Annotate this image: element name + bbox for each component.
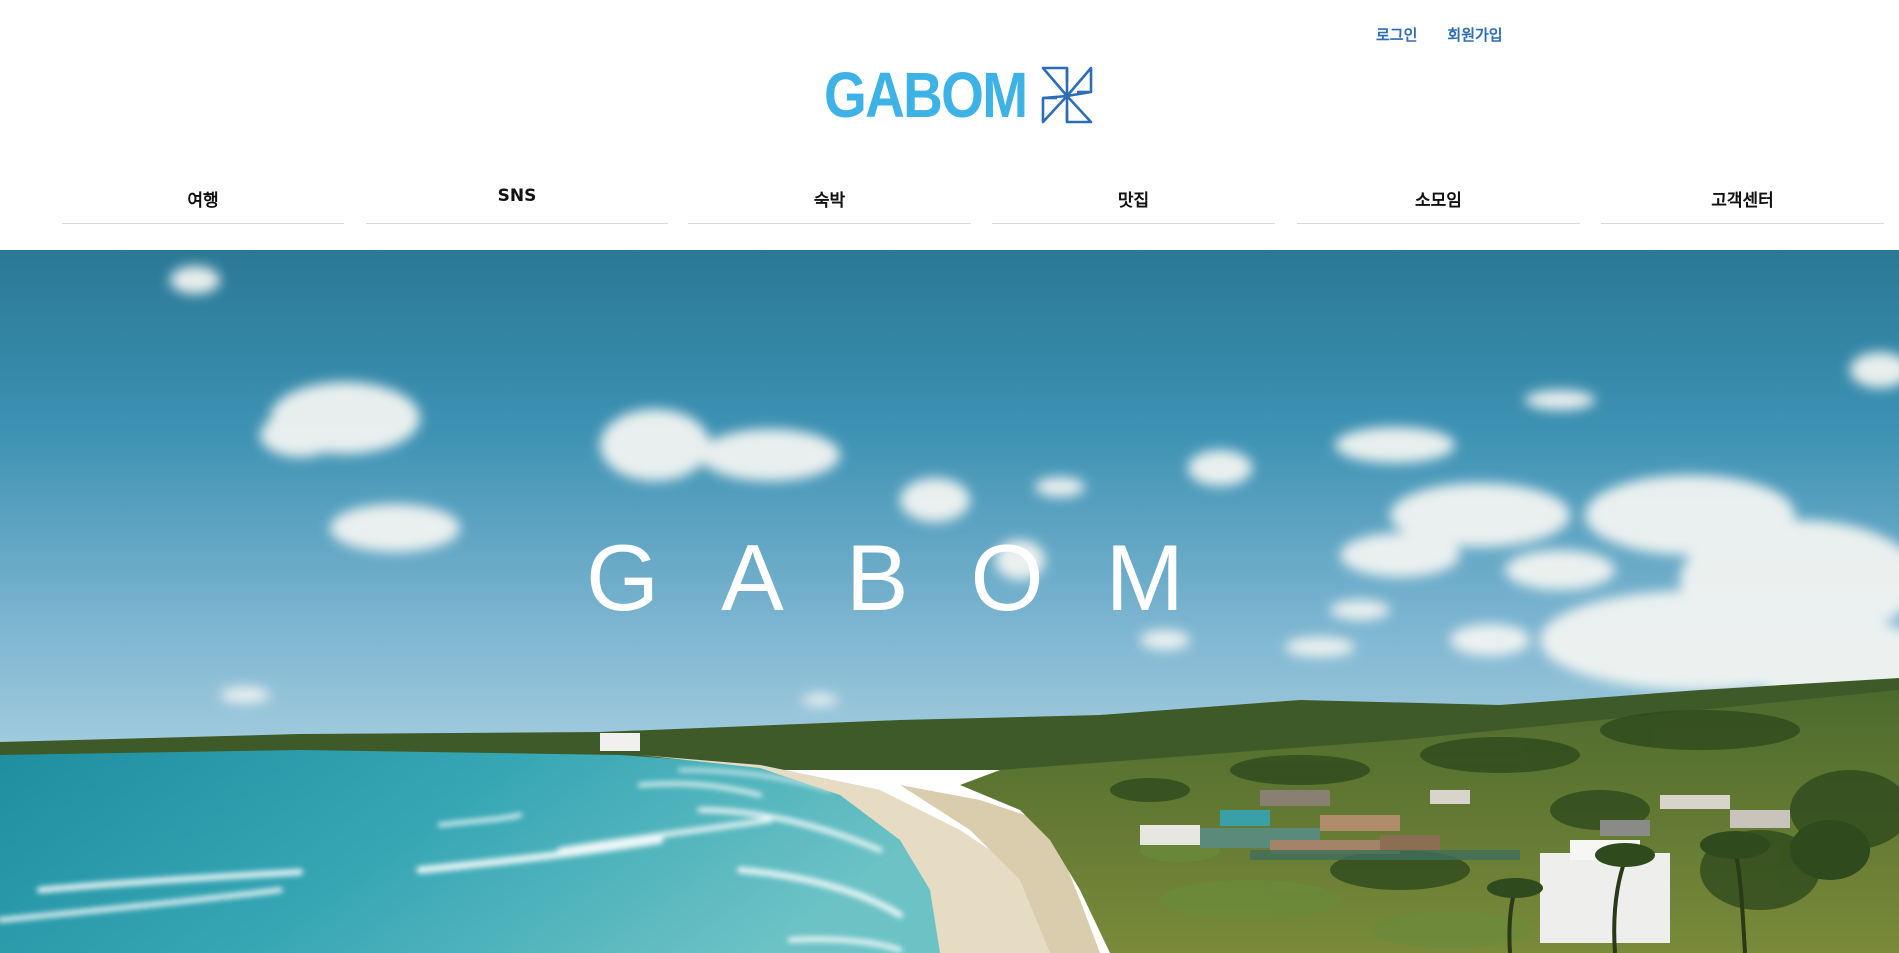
nav-item-restaurants[interactable]: 맛집 [992, 168, 1275, 224]
hero-title: GABOM [586, 525, 1246, 630]
nav-item-sns[interactable]: SNS [366, 168, 668, 224]
account-links: 로그인 회원가입 [1376, 24, 1503, 45]
nav-item-label: SNS [497, 186, 537, 206]
signup-link[interactable]: 회원가입 [1447, 24, 1502, 45]
nav-item-travel[interactable]: 여행 [62, 168, 344, 224]
nav-item-label: 소모임 [1415, 191, 1462, 211]
hero-banner: GABOM [0, 250, 1899, 953]
nav-item-customer-center[interactable]: 고객센터 [1601, 168, 1884, 224]
site-logo[interactable]: GABOM [824, 62, 1097, 128]
nav-item-lodging[interactable]: 숙박 [688, 168, 971, 224]
page: 로그인 회원가입 GABOM 여행 SNS 숙박 맛집 소모임 고객센터 GAB… [0, 0, 1899, 953]
main-nav: 여행 SNS 숙박 맛집 소모임 고객센터 [0, 168, 1899, 224]
login-link[interactable]: 로그인 [1376, 24, 1417, 45]
pinwheel-icon [1042, 66, 1093, 124]
nav-item-label: 맛집 [1117, 191, 1150, 211]
nav-item-label: 고객센터 [1711, 191, 1774, 211]
logo-text: GABOM [824, 59, 1028, 131]
nav-item-label: 숙박 [813, 191, 846, 211]
nav-item-label: 여행 [187, 191, 219, 211]
nav-item-meetups[interactable]: 소모임 [1297, 168, 1580, 224]
